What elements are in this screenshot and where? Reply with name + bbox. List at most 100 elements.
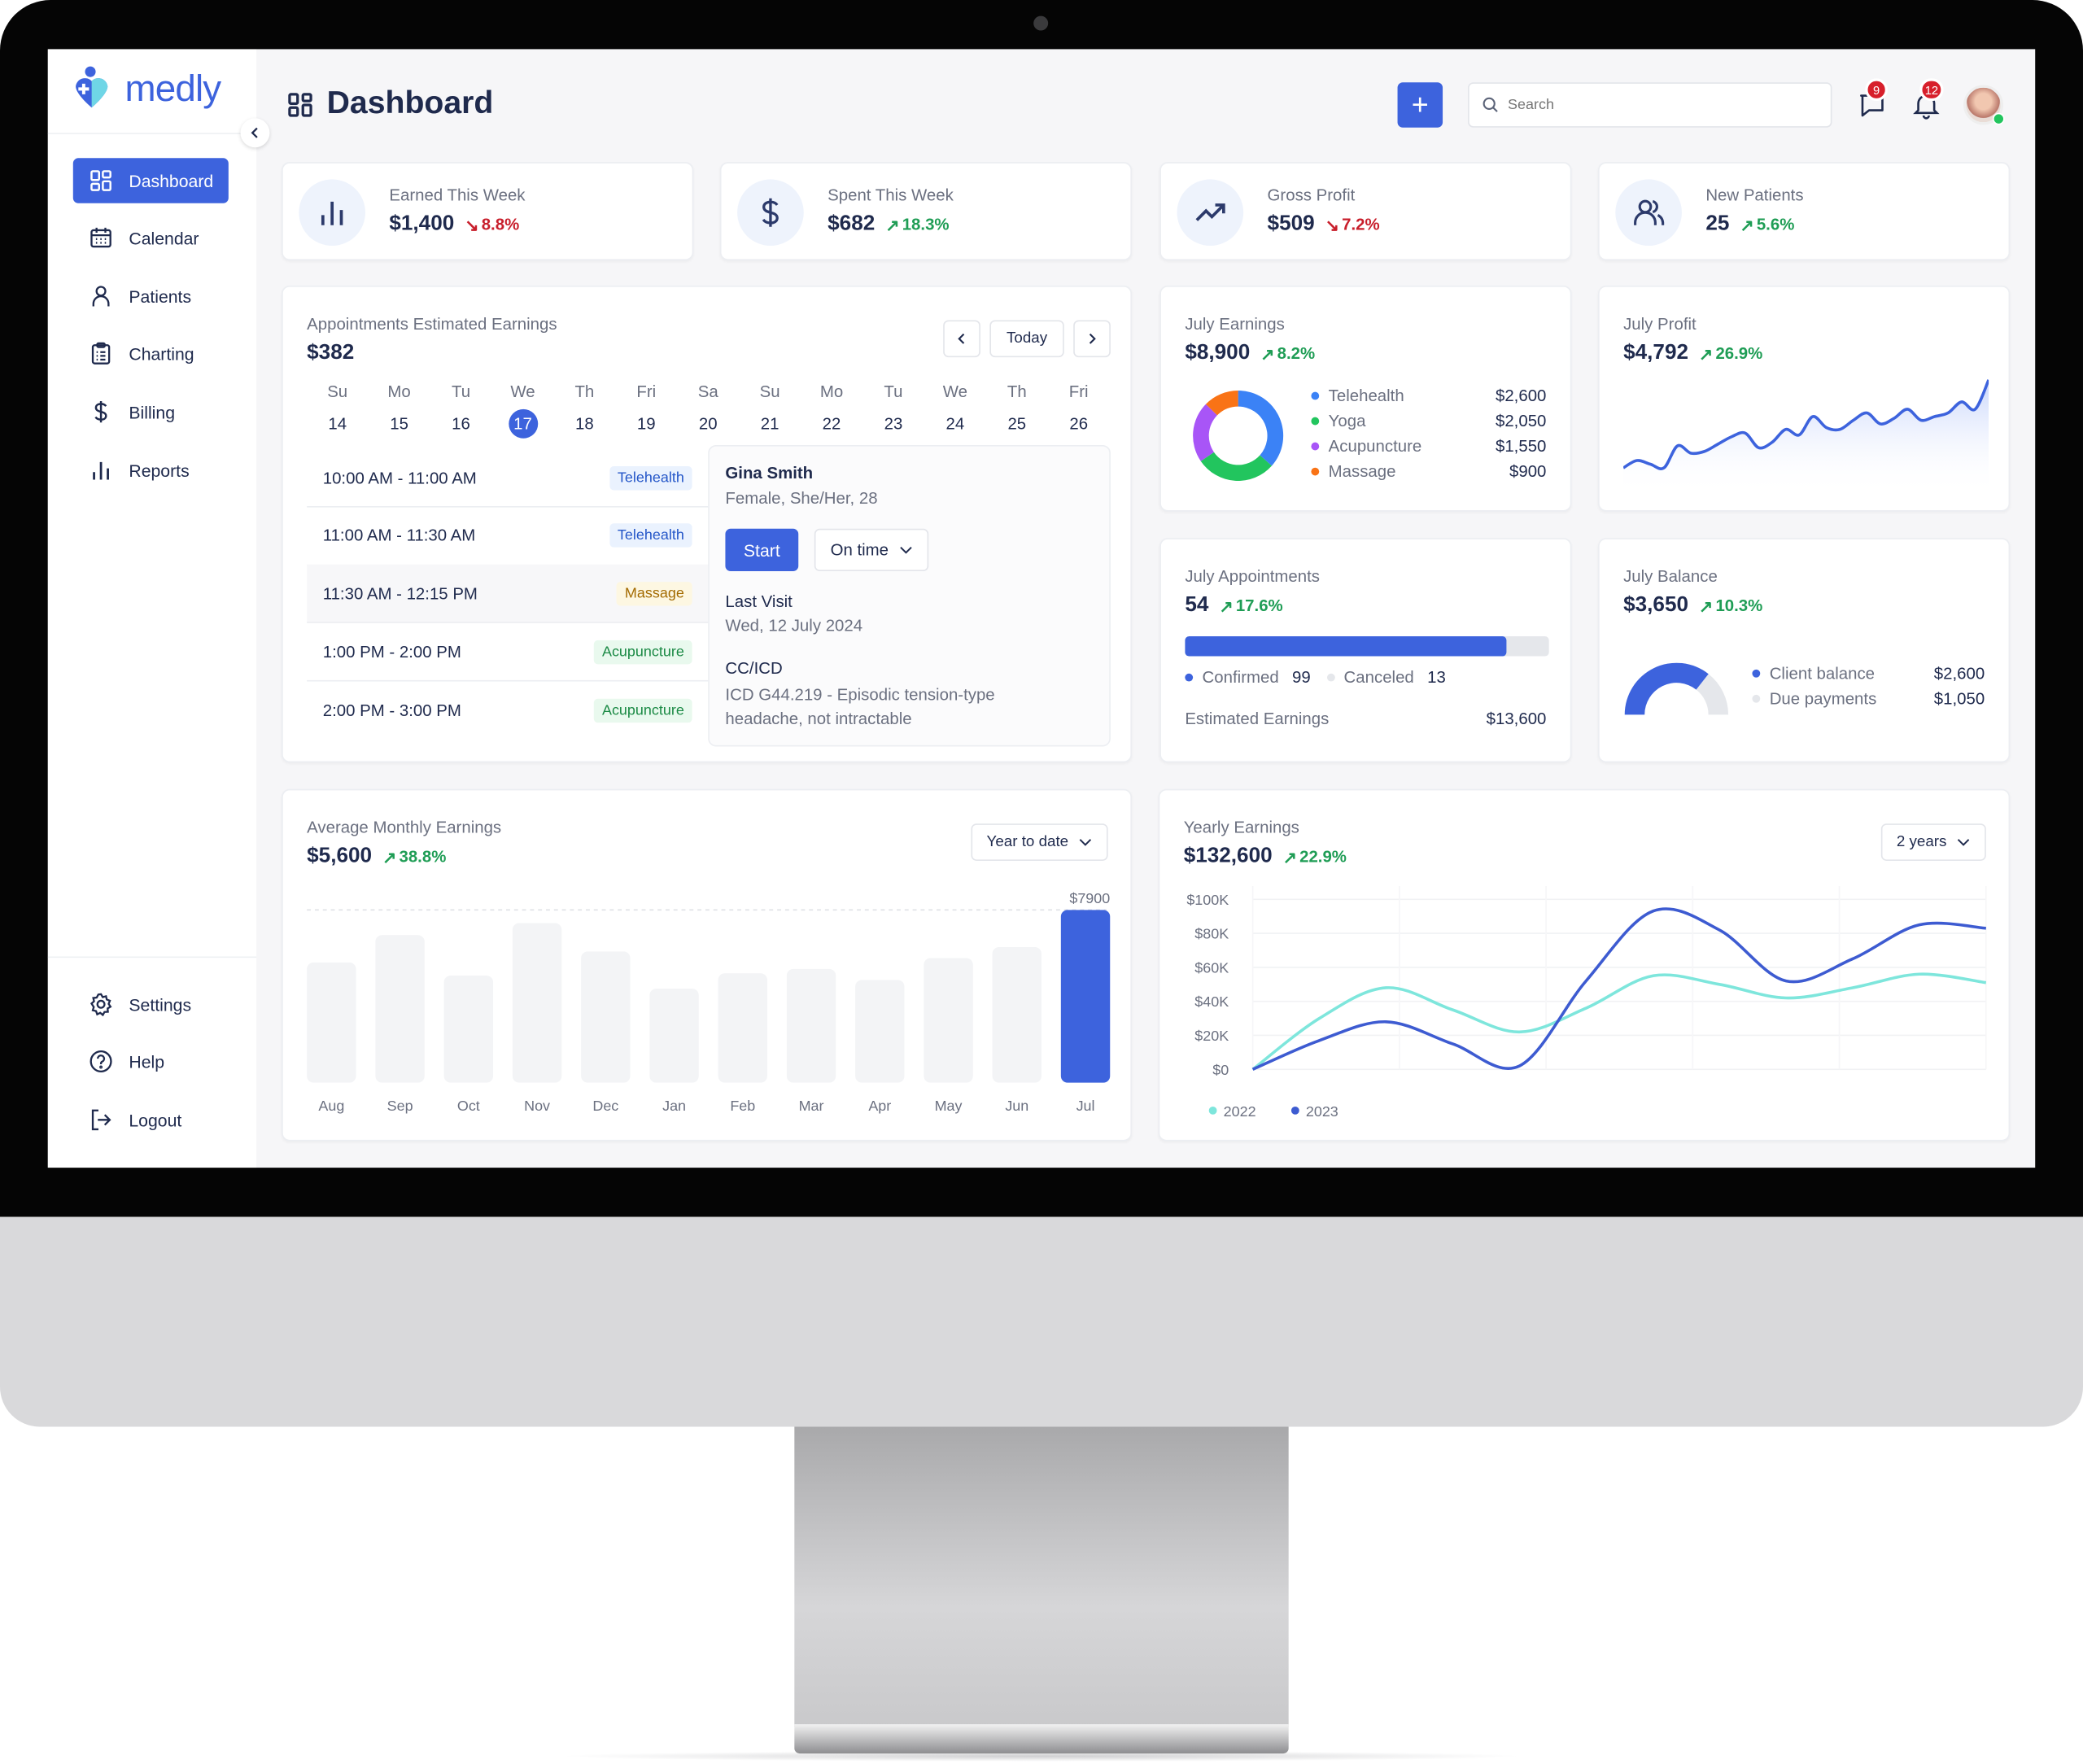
period-dropdown[interactable]: Year to date (971, 823, 1108, 861)
bar-feb[interactable] (718, 973, 768, 1083)
patient-detail-panel: Gina Smith Female, She/Her, 28 Start On … (708, 444, 1111, 747)
sidebar-item-charting[interactable]: Charting (73, 331, 229, 377)
page-title: Dashboard (326, 85, 494, 121)
calendar-day[interactable]: Fri 26 (1059, 382, 1098, 439)
sidebar-item-label: Help (129, 1051, 165, 1072)
sidebar-item-help[interactable]: Help (73, 1039, 229, 1085)
divider (47, 133, 257, 134)
calendar-icon (90, 227, 111, 248)
bar-sep[interactable] (375, 935, 425, 1083)
today-button[interactable]: Today (989, 320, 1064, 358)
legend-value: $2,600 (1933, 664, 1985, 683)
sidebar-item-logout[interactable]: Logout (73, 1098, 229, 1143)
calendar-day[interactable]: Th 18 (565, 382, 605, 439)
search-box[interactable] (1468, 82, 1832, 128)
legend-label: 2023 (1306, 1103, 1338, 1120)
appointment-row[interactable]: 2:00 PM - 3:00 PM Acupuncture (307, 681, 708, 740)
calendar-day[interactable]: Mo 15 (379, 382, 419, 439)
search-input[interactable] (1508, 97, 1801, 113)
messages-button[interactable]: 9 (1857, 78, 1888, 120)
x-tick-label: Feb (730, 1098, 755, 1114)
sidebar-item-reports[interactable]: Reports (73, 448, 229, 493)
value-text: $682 (828, 212, 876, 235)
stat-label: Gross Profit (1267, 186, 1356, 205)
bar-dec[interactable] (581, 951, 631, 1083)
yearly-earnings-card: Yearly Earnings $132,600 ↗ 22.9% 2 years $… (1158, 788, 2011, 1142)
calendar-day[interactable]: Sa 20 (688, 382, 728, 439)
appointment-row[interactable]: 11:30 AM - 12:15 PM Massage (307, 565, 709, 624)
card-title: July Appointments (1185, 567, 1320, 586)
bar-jan[interactable] (649, 989, 699, 1083)
calendar-day[interactable]: We 24 (935, 382, 975, 439)
card-title: July Balance (1623, 567, 1718, 586)
sidebar-item-billing[interactable]: Billing (73, 389, 229, 434)
user-avatar[interactable] (1963, 85, 2005, 125)
appointment-row[interactable]: 11:00 AM - 11:30 AM Telehealth (307, 507, 709, 565)
stat-value: $682 ↗ 18.3% (828, 212, 949, 236)
trending-up-icon: ↗ (1699, 596, 1714, 616)
calendar-day[interactable]: Mo 22 (812, 382, 852, 439)
day-number: 15 (390, 414, 408, 434)
status-dropdown[interactable]: On time (814, 528, 929, 572)
x-tick-label: Jan (662, 1098, 686, 1114)
card-title: July Profit (1623, 314, 1697, 334)
yearly-earnings-line-chart: $0 $20K $40K $60K $80K $100K 2022 2023 (1186, 885, 1987, 1120)
appointment-row[interactable]: 10:00 AM - 11:00 AM Telehealth (307, 449, 709, 508)
calendar-day[interactable]: We 17 (503, 382, 543, 439)
stat-value: 25 ↗ 5.6% (1705, 212, 1794, 236)
legend-dot (1208, 1106, 1217, 1115)
add-button[interactable]: + (1397, 82, 1443, 128)
bar-jun[interactable] (992, 947, 1042, 1083)
value-text: 25 (1705, 212, 1730, 235)
bar-oct[interactable] (443, 975, 494, 1083)
bar-aug[interactable] (307, 962, 356, 1083)
trending-down-icon: ↘ (465, 216, 479, 235)
bar-apr[interactable] (855, 980, 905, 1083)
x-tick-label: Apr (868, 1098, 891, 1114)
y-tick-label: $60K (1194, 959, 1229, 976)
change-indicator: ↗ 22.9% (1283, 847, 1347, 867)
x-tick-label: Aug (318, 1098, 344, 1114)
sidebar-item-label: Settings (129, 994, 192, 1015)
collapse-sidebar-button[interactable] (240, 118, 270, 148)
x-tick-label: Dec (592, 1098, 618, 1114)
calendar-day[interactable]: Tu 23 (873, 382, 913, 439)
bar-may[interactable] (924, 958, 973, 1083)
bar-mar[interactable] (786, 968, 836, 1083)
prev-week-button[interactable] (943, 320, 980, 358)
calendar-day[interactable]: Su 14 (317, 382, 357, 439)
range-dropdown[interactable]: 2 years (1880, 823, 1986, 861)
bar-jul[interactable] (1060, 910, 1111, 1083)
sidebar-item-label: Dashboard (129, 170, 214, 191)
estimated-earnings-label: Estimated Earnings (1185, 709, 1330, 728)
calendar-day[interactable]: Fri 19 (627, 382, 666, 439)
change-indicator: ↗ 38.8% (382, 847, 446, 867)
bar-nov[interactable] (512, 923, 562, 1083)
trending-up-icon: ↗ (1699, 344, 1714, 364)
sidebar-item-calendar[interactable]: Calendar (73, 215, 229, 260)
start-button[interactable]: Start (725, 528, 799, 572)
value-text: 54 (1185, 593, 1209, 617)
notifications-button[interactable]: 12 (1911, 78, 1944, 120)
calendar-day[interactable]: Su 21 (750, 382, 790, 439)
day-number: 26 (1069, 414, 1089, 434)
card-value: $4,792 ↗ 26.9% (1623, 342, 1762, 365)
next-week-button[interactable] (1073, 320, 1111, 358)
stat-value: $509 ↘ 7.2% (1268, 212, 1380, 236)
sidebar-item-settings[interactable]: Settings (73, 982, 229, 1028)
change-indicator: ↘ 8.8% (465, 215, 519, 234)
earnings-donut-chart (1193, 390, 1284, 482)
legend-dot (1752, 669, 1761, 678)
day-number: 24 (945, 414, 965, 434)
calendar-day[interactable]: Tu 16 (441, 382, 481, 439)
weekday-label: Fri (1068, 382, 1089, 402)
brand-name: medly (124, 68, 221, 109)
donut-slice-telehealth (1238, 390, 1284, 466)
weekday-label: Su (327, 382, 348, 402)
donut-slice-yoga (1200, 452, 1272, 482)
dollar-icon (737, 179, 804, 247)
sidebar-item-dashboard[interactable]: Dashboard (72, 158, 229, 203)
calendar-day[interactable]: Th 25 (997, 382, 1037, 439)
sidebar-item-patients[interactable]: Patients (73, 273, 229, 319)
appointment-row[interactable]: 1:00 PM - 2:00 PM Acupuncture (307, 623, 709, 682)
